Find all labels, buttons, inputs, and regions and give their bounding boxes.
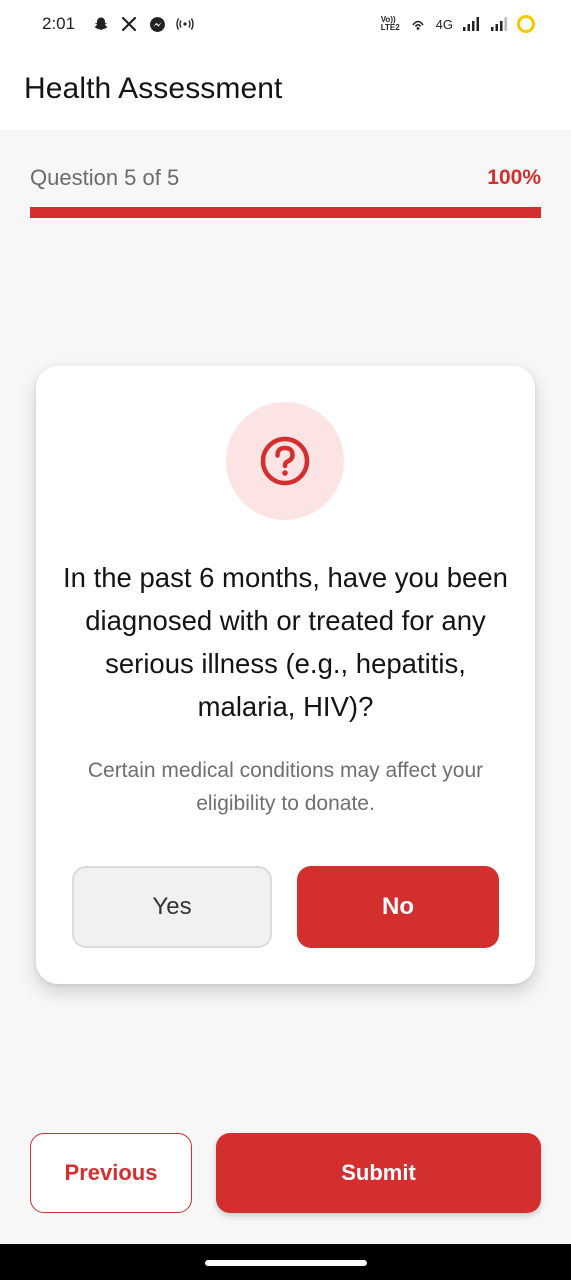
progress-header: Question 5 of 5 100% [30, 160, 541, 196]
answer-no-button[interactable]: No [297, 866, 499, 948]
health-assessment-screen: 2:01 Vo)) LTE2 4G Health Assessment Ques… [0, 0, 571, 1280]
question-text: In the past 6 months, have you been diag… [63, 562, 508, 722]
progress-percent: 100% [487, 166, 541, 189]
signal-icon [489, 14, 509, 34]
home-gesture-handle[interactable] [205, 1260, 367, 1266]
wifi-calling-icon [408, 14, 428, 34]
volte-indicator: Vo)) LTE2 [381, 16, 400, 32]
status-left: 2:01 [42, 14, 195, 34]
question-card: In the past 6 months, have you been diag… [36, 366, 535, 984]
status-time: 2:01 [42, 14, 76, 33]
volte-bottom-label: LTE2 [380, 23, 400, 32]
app-bar: Health Assessment [0, 48, 571, 130]
messenger-icon [147, 14, 167, 34]
signal-icon [461, 14, 481, 34]
status-notification-icons [91, 14, 195, 34]
snapchat-icon [91, 14, 111, 34]
x-icon [119, 14, 139, 34]
question-circle-icon [260, 436, 310, 486]
answer-yes-button[interactable]: Yes [72, 866, 272, 948]
progress-bar-fill [30, 207, 541, 218]
question-hint: Certain medical conditions may affect yo… [87, 759, 484, 815]
submit-button[interactable]: Submit [216, 1133, 541, 1213]
system-navigation-bar [0, 1244, 571, 1280]
status-right: Vo)) LTE2 4G [381, 14, 535, 34]
network-type-label: 4G [435, 16, 453, 32]
question-icon-badge [226, 402, 344, 520]
battery-icon [517, 15, 535, 33]
page-title: Health Assessment [24, 72, 283, 105]
status-bar: 2:01 Vo)) LTE2 4G [0, 0, 571, 48]
progress-bar [30, 207, 541, 218]
progress-label: Question 5 of 5 [30, 165, 180, 190]
previous-button[interactable]: Previous [30, 1133, 192, 1213]
hotspot-icon [175, 14, 195, 34]
